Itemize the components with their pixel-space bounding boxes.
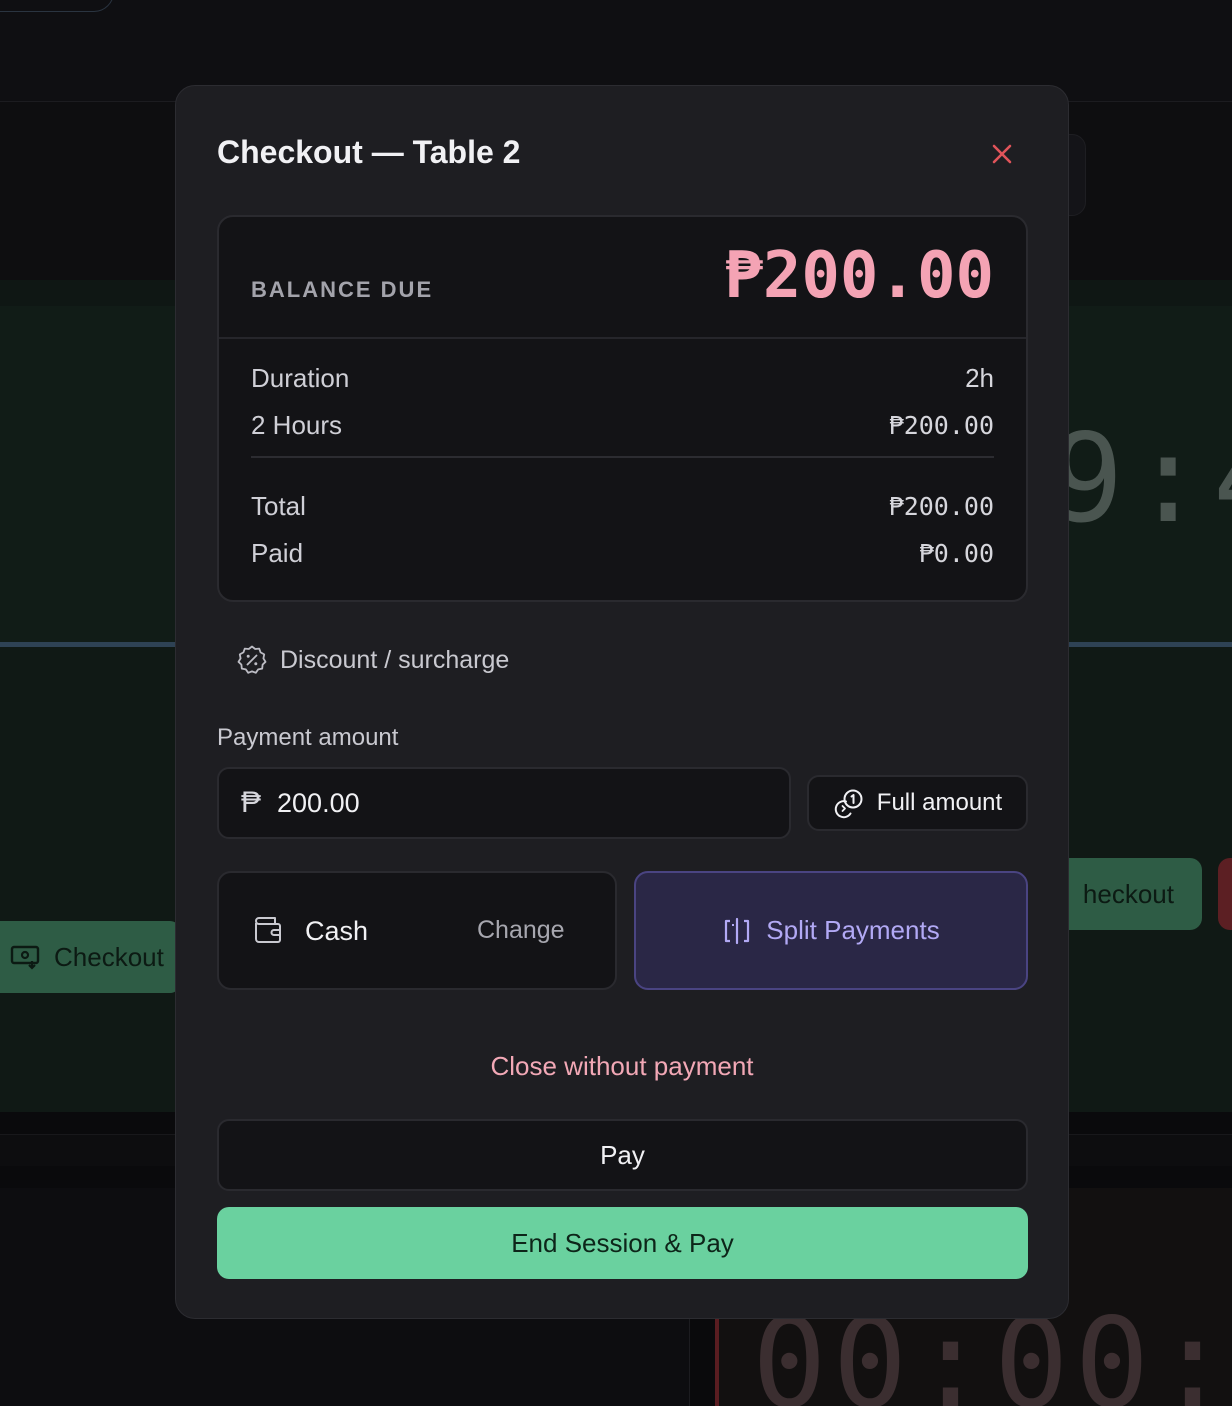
full-amount-button[interactable]: Full amount	[807, 775, 1028, 831]
full-amount-label: Full amount	[876, 789, 1003, 816]
checkout-icon	[10, 945, 40, 970]
close-icon	[992, 144, 1012, 164]
pay-button[interactable]: Pay	[217, 1119, 1028, 1191]
split-icon	[725, 917, 750, 944]
coins-icon	[834, 789, 863, 819]
summary-row-value: ₱200.00	[888, 492, 994, 521]
bg-checkout-button: Checkout	[0, 921, 180, 993]
split-payments-button[interactable]: Split Payments	[634, 871, 1028, 990]
summary-row-duration: Duration 2h	[251, 363, 994, 394]
balance-summary: BALANCE DUE ₱200.00 Duration 2h 2 Hours …	[217, 215, 1028, 602]
modal-title: Checkout — Table 2	[217, 134, 521, 170]
end-session-pay-button[interactable]: End Session & Pay	[217, 1207, 1028, 1279]
payment-amount-field[interactable]: ₱	[217, 767, 791, 839]
split-payments-label: Split Payments	[766, 915, 940, 945]
balance-header: BALANCE DUE ₱200.00	[219, 217, 1026, 339]
summary-row-value: ₱200.00	[888, 411, 994, 440]
summary-row-label: Paid	[251, 538, 304, 568]
balance-due-label: BALANCE DUE	[251, 277, 434, 302]
balance-due-value: ₱200.00	[724, 239, 994, 313]
checkout-modal: Checkout — Table 2 BALANCE DUE ₱200.00 D…	[175, 85, 1069, 1319]
discount-badge-icon	[237, 645, 267, 674]
summary-divider	[251, 456, 994, 458]
bg-pill	[0, 0, 114, 12]
bg-checkout-label: Checkout	[54, 941, 164, 972]
bg-timer: 9:4	[1050, 408, 1232, 550]
discount-surcharge-toggle[interactable]: Discount / surcharge	[236, 644, 509, 676]
wallet-icon	[255, 917, 281, 943]
summary-row-label: Total	[251, 491, 306, 521]
payment-amount-input[interactable]	[277, 787, 728, 819]
summary-row-hours: 2 Hours ₱200.00	[251, 410, 994, 441]
peso-icon: ₱	[241, 786, 262, 819]
summary-row-value: 2h	[965, 363, 994, 393]
summary-row-value: ₱0.00	[918, 539, 994, 568]
cash-method-card[interactable]: Cash Change	[217, 871, 617, 990]
cash-label: Cash	[305, 916, 369, 946]
summary-row-total: Total ₱200.00	[251, 491, 994, 522]
discount-label: Discount / surcharge	[280, 645, 510, 674]
change-label: Change	[477, 916, 565, 944]
summary-row-paid: Paid ₱0.00	[251, 538, 994, 569]
summary-row-label: 2 Hours	[251, 410, 343, 440]
bg-red-button	[1218, 858, 1232, 930]
summary-row-label: Duration	[251, 363, 350, 393]
close-button[interactable]	[984, 136, 1020, 172]
payment-amount-label: Payment amount	[217, 724, 399, 751]
close-without-payment-link[interactable]: Close without payment	[176, 1051, 1068, 1082]
